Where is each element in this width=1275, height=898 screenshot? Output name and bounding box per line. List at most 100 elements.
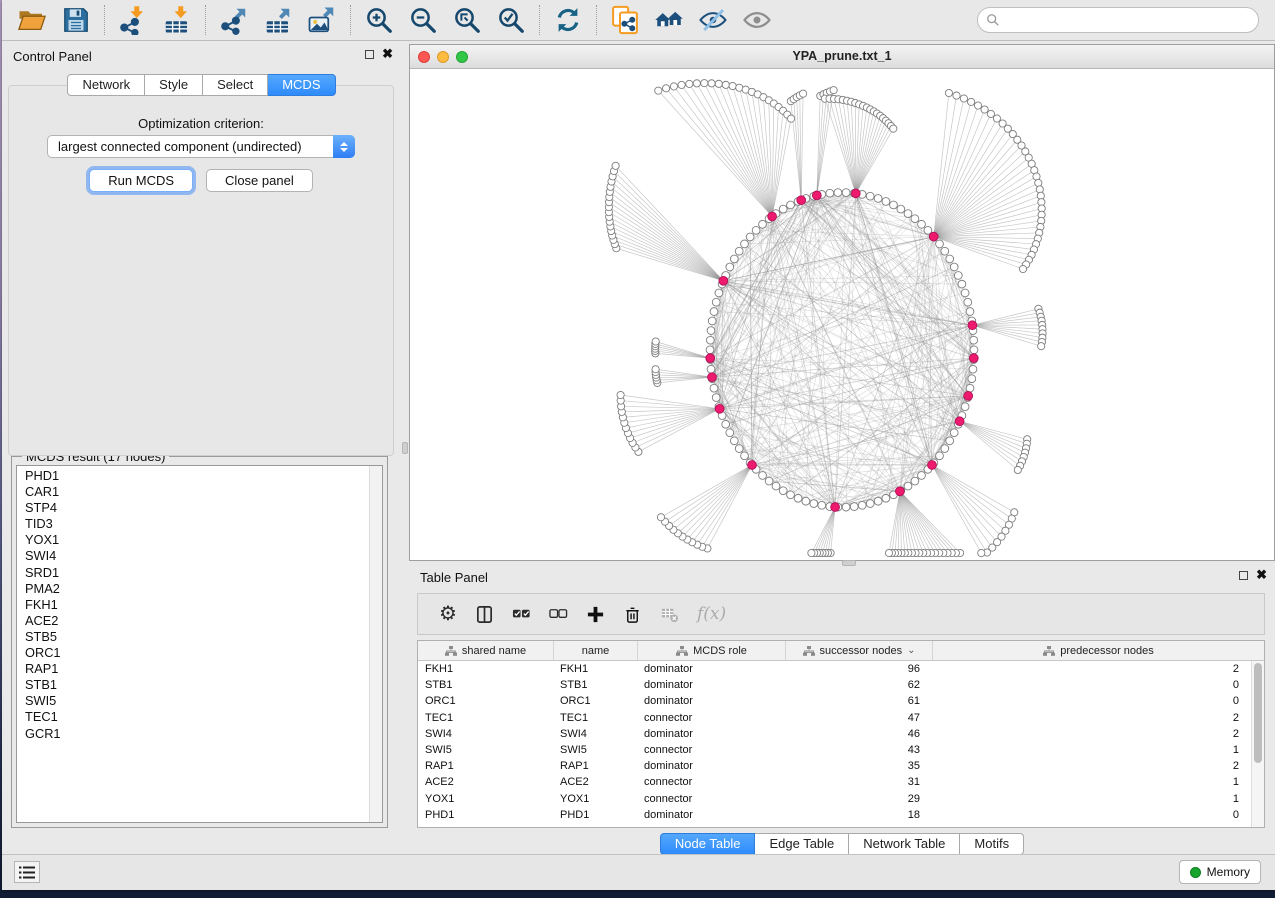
hide-selected-icon[interactable] (698, 5, 728, 35)
zoom-in-icon[interactable] (364, 5, 394, 35)
memory-button[interactable]: Memory (1179, 860, 1261, 884)
select-all-rows-icon[interactable] (512, 605, 531, 624)
mcds-result-item[interactable]: STB5 (25, 629, 368, 645)
mcds-result-item[interactable]: SWI5 (25, 693, 368, 709)
column-header-name[interactable]: name (553, 641, 637, 660)
table-cell: 47 (785, 712, 932, 724)
zoom-out-icon[interactable] (408, 5, 438, 35)
horizontal-splitter-grip[interactable] (842, 560, 856, 566)
export-network-icon[interactable] (219, 5, 249, 35)
mcds-result-item[interactable]: YOX1 (25, 532, 368, 548)
memory-status-icon (1190, 867, 1201, 878)
table-cell: RAP1 (418, 760, 553, 772)
table-cell: FKH1 (418, 663, 553, 675)
export-image-icon[interactable] (307, 5, 337, 35)
mcds-result-item[interactable]: STP4 (25, 500, 368, 516)
table-mode-gear-icon[interactable]: ⚙ (439, 604, 457, 624)
mcds-result-item[interactable]: CAR1 (25, 484, 368, 500)
toolbar-separator (205, 5, 206, 35)
tab-select[interactable]: Select (203, 74, 268, 96)
mcds-result-item[interactable]: SRD1 (25, 565, 368, 581)
table-row[interactable]: STB1STB1dominator620 (418, 677, 1251, 693)
table-cell: 2 (932, 728, 1251, 740)
table-row[interactable]: RAP1RAP1dominator352 (418, 758, 1251, 774)
table-cell: YOX1 (418, 793, 553, 805)
import-table-icon[interactable] (162, 5, 192, 35)
tab-network-table[interactable]: Network Table (849, 833, 960, 855)
table-cell: PHD1 (418, 809, 553, 821)
search-input[interactable] (1000, 10, 1258, 30)
table-row[interactable]: SWI5SWI5connector431 (418, 742, 1251, 758)
first-neighbors-icon[interactable] (654, 5, 684, 35)
mcds-result-item[interactable]: FKH1 (25, 597, 368, 613)
splitter-grip[interactable] (402, 442, 408, 454)
column-header-successor-nodes[interactable]: successor nodes⌄ (785, 641, 932, 660)
tab-network[interactable]: Network (67, 74, 145, 96)
show-all-icon[interactable] (742, 5, 772, 35)
deselect-all-rows-icon[interactable] (549, 605, 568, 624)
save-session-icon[interactable] (61, 5, 91, 35)
table-toolbar: ⚙ f(x) (417, 593, 1265, 635)
mcds-result-item[interactable]: SWI4 (25, 548, 368, 564)
table-row[interactable]: ACE2ACE2connector311 (418, 774, 1251, 790)
network-canvas-svg[interactable] (410, 69, 1274, 560)
tab-style[interactable]: Style (145, 74, 203, 96)
vertical-splitter[interactable] (401, 42, 409, 854)
network-window-title: YPA_prune.txt_1 (410, 49, 1274, 63)
tab-motifs[interactable]: Motifs (960, 833, 1024, 855)
table-scrollbar[interactable] (1251, 661, 1264, 827)
close-panel-button[interactable]: Close panel (206, 169, 313, 192)
float-table-panel-icon[interactable] (1239, 571, 1248, 580)
function-builder-icon: f(x) (697, 604, 726, 624)
table-row[interactable]: FKH1FKH1dominator962 (418, 661, 1251, 677)
import-network-icon[interactable] (118, 5, 148, 35)
search-field[interactable] (977, 7, 1259, 33)
sort-descending-icon: ⌄ (907, 645, 915, 656)
mcds-result-item[interactable]: TEC1 (25, 709, 368, 725)
mcds-result-item[interactable]: ACE2 (25, 613, 368, 629)
tab-node-table[interactable]: Node Table (660, 833, 756, 855)
mcds-result-item[interactable]: PHD1 (25, 468, 368, 484)
criterion-dropdown-value: largest connected component (undirected) (48, 139, 334, 154)
mcds-result-item[interactable]: ORC1 (25, 645, 368, 661)
column-header-predecessor-nodes[interactable]: predecessor nodes (932, 641, 1264, 660)
table-cell: dominator (637, 695, 785, 707)
table-row[interactable]: TEC1TEC1connector472 (418, 710, 1251, 726)
criterion-dropdown[interactable]: largest connected component (undirected) (47, 135, 355, 158)
clone-network-icon[interactable] (610, 5, 640, 35)
network-canvas[interactable] (410, 69, 1274, 560)
mcds-result-item[interactable]: STB1 (25, 677, 368, 693)
run-mcds-button[interactable]: Run MCDS (89, 169, 193, 192)
mcds-result-item[interactable]: PMA2 (25, 581, 368, 597)
mcds-result-item[interactable]: TID3 (25, 516, 368, 532)
network-window-titlebar[interactable]: YPA_prune.txt_1 (410, 45, 1274, 69)
zoom-fit-icon[interactable] (452, 5, 482, 35)
open-session-icon[interactable] (17, 5, 47, 35)
mcds-list-scrollbar[interactable] (369, 466, 382, 822)
tab-edge-table[interactable]: Edge Table (755, 833, 849, 855)
table-cell: 0 (932, 695, 1251, 707)
column-header-MCDS-role[interactable]: MCDS role (637, 641, 785, 660)
table-row[interactable]: SWI4SWI4dominator462 (418, 726, 1251, 742)
table-cell: PHD1 (553, 809, 637, 821)
dropdown-stepper-icon (333, 135, 355, 158)
table-row[interactable]: PHD1PHD1dominator180 (418, 807, 1251, 823)
table-row[interactable]: ORC1ORC1dominator610 (418, 693, 1251, 709)
mcds-result-item[interactable]: GCR1 (25, 726, 368, 742)
close-table-panel-icon[interactable]: ✖ (1256, 570, 1267, 580)
show-panel-list-button[interactable] (14, 861, 40, 883)
close-panel-icon[interactable]: ✖ (382, 49, 393, 59)
create-column-icon[interactable] (586, 605, 605, 624)
table-scrollbar-thumb[interactable] (1254, 663, 1262, 763)
delete-columns-icon[interactable] (623, 605, 642, 624)
float-panel-icon[interactable] (365, 50, 374, 59)
export-table-icon[interactable] (263, 5, 293, 35)
refresh-icon[interactable] (553, 5, 583, 35)
split-panel-icon[interactable] (475, 605, 494, 624)
column-header-shared-name[interactable]: shared name (418, 641, 553, 660)
zoom-selected-icon[interactable] (496, 5, 526, 35)
optimization-criterion-label: Optimization criterion: (9, 116, 393, 131)
mcds-result-item[interactable]: RAP1 (25, 661, 368, 677)
tab-mcds[interactable]: MCDS (268, 74, 335, 96)
table-row[interactable]: YOX1YOX1connector291 (418, 791, 1251, 807)
